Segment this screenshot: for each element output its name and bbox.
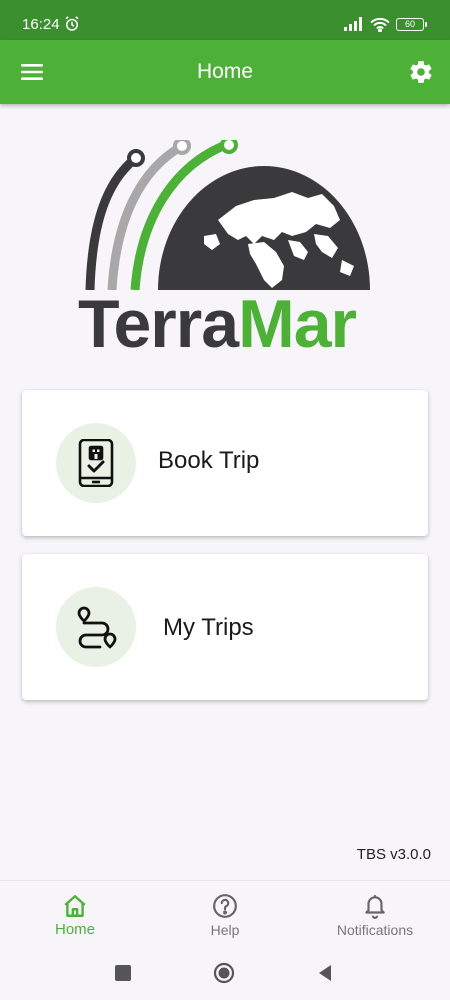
wifi-icon (370, 17, 390, 32)
nav-help-label: Help (210, 922, 240, 938)
recents-button[interactable] (112, 962, 134, 984)
alarm-icon (65, 16, 79, 31)
back-button[interactable] (314, 962, 336, 984)
book-trip-label: Book Trip (158, 447, 260, 474)
logo-text-mar: Mar (238, 286, 357, 362)
signal-icon (344, 17, 362, 31)
bell-icon (365, 895, 385, 919)
page-title: Home (196, 60, 254, 83)
status-icons: 60 (344, 16, 427, 32)
status-time: 16:24 (22, 16, 60, 33)
nav-home[interactable]: Home (0, 881, 150, 949)
terramar-logo: TerraMar (78, 136, 374, 358)
logo-text-terra: Terra (78, 286, 239, 362)
system-nav-bar (0, 948, 450, 1000)
home-button[interactable] (213, 962, 235, 984)
my-trips-label: My Trips (163, 614, 254, 641)
book-trip-icon-circle (56, 423, 136, 503)
settings-icon[interactable] (408, 59, 434, 85)
globe-logo-graphic (85, 136, 370, 291)
logo-wordmark: TerraMar (78, 290, 374, 358)
book-trip-card[interactable]: Book Trip (22, 390, 428, 536)
battery-icon: 60 (396, 17, 427, 31)
app-bar: Home (0, 40, 450, 104)
nav-notifications[interactable]: Notifications (300, 881, 450, 949)
home-icon (64, 895, 86, 917)
bottom-nav: Home Help Notifications (0, 880, 450, 948)
my-trips-card[interactable]: My Trips (22, 554, 428, 700)
phone-booking-icon (78, 439, 114, 487)
route-icon (77, 606, 117, 649)
version-label: TBS v3.0.0 (356, 846, 431, 863)
nav-notifications-label: Notifications (336, 922, 414, 938)
help-icon (213, 894, 237, 918)
nav-home-label: Home (54, 921, 95, 938)
status-bar: 16:24 60 (0, 0, 450, 40)
nav-help[interactable]: Help (150, 881, 300, 949)
my-trips-icon-circle (56, 587, 136, 667)
